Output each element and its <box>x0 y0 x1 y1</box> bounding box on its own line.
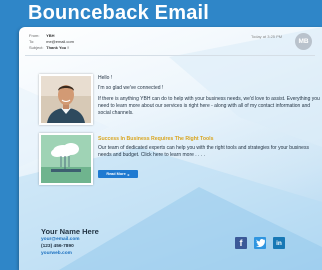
signature-website-link[interactable]: yourweb.com <box>41 251 72 256</box>
avatar[interactable]: MB <box>295 33 312 50</box>
greeting-text: Hello ! <box>98 75 113 81</box>
subject-row: Subject: Thank You ! <box>29 45 69 50</box>
subject-value: Thank You ! <box>46 45 69 50</box>
twitter-icon[interactable] <box>254 237 266 249</box>
twitter-bird-icon <box>255 239 265 247</box>
header-divider <box>25 55 315 56</box>
from-label: From: <box>29 33 40 38</box>
to-value: me@email.com <box>46 39 74 44</box>
promo-image <box>39 133 93 185</box>
to-row: To: me@email.com <box>29 39 74 44</box>
read-more-button[interactable]: Read More ▸ <box>98 170 138 178</box>
intro-text: I'm so glad we've connected ! <box>98 85 164 91</box>
linkedin-icon[interactable]: in <box>273 237 285 249</box>
promo-text: Our team of dedicated experts can help y… <box>98 145 309 158</box>
to-label: To: <box>29 39 35 44</box>
signature-email-link[interactable]: your@email.com <box>41 237 80 242</box>
play-arrow-icon: ▸ <box>127 172 130 177</box>
person-icon <box>41 76 91 123</box>
from-row: From: YBH <box>29 33 55 38</box>
promo-heading: Success In Business Requires The Right T… <box>98 136 214 142</box>
body-paragraph: If there is anything YBH can do to help … <box>98 96 320 116</box>
facebook-icon[interactable]: f <box>235 237 247 249</box>
profile-photo <box>39 74 93 125</box>
signature-name: Your Name Here <box>41 227 99 236</box>
from-value: YBH <box>46 33 55 38</box>
subject-label: Subject: <box>29 45 44 50</box>
read-more-label: Read More <box>106 172 126 176</box>
signature-phone: (123) 456-7890 <box>41 244 74 249</box>
page-title: Bounceback Email <box>28 2 210 24</box>
timestamp: Today at 3:25 PM <box>251 34 283 39</box>
cloud-tower-icon <box>41 135 91 183</box>
email-card: From: YBH To: me@email.com Subject: Than… <box>19 27 322 270</box>
